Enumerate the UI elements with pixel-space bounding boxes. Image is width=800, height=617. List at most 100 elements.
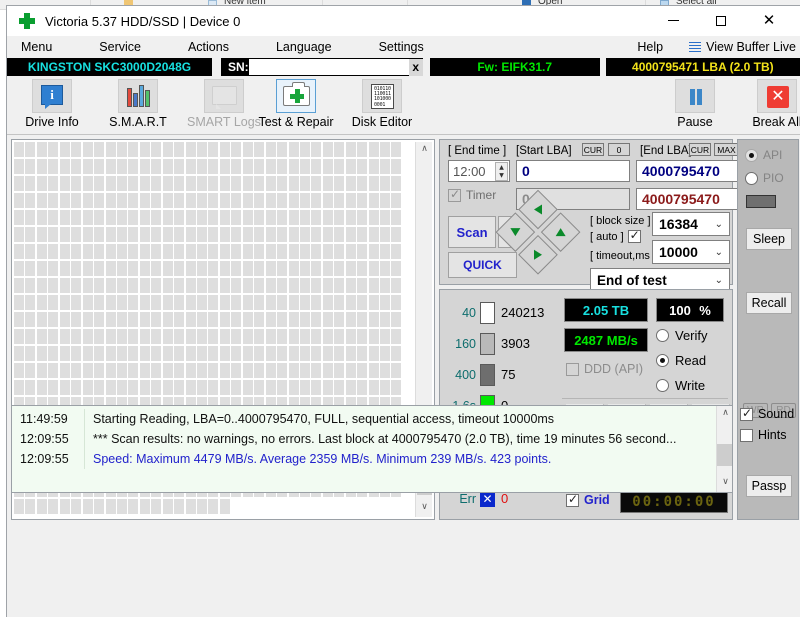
map-block (59, 363, 70, 378)
chevron-up-icon[interactable]: ∧ (416, 142, 433, 159)
drive-close-button[interactable]: x (408, 58, 423, 76)
sound-checkbox[interactable]: Sound (740, 406, 800, 421)
map-block (277, 380, 288, 395)
map-block (231, 346, 242, 361)
mode-radio-read[interactable]: Read (656, 353, 706, 368)
map-block (299, 227, 310, 242)
map-block (185, 193, 196, 208)
map-block (311, 329, 322, 344)
close-button[interactable]: ✕ (746, 6, 792, 35)
map-block (14, 499, 24, 514)
chevron-up-icon[interactable]: ∧ (717, 406, 734, 423)
map-block (219, 346, 230, 361)
map-block (71, 278, 82, 293)
map-block (174, 244, 185, 259)
start-lba-zero-button[interactable]: 0 (608, 143, 630, 156)
map-block (288, 380, 299, 395)
map-block (94, 380, 105, 395)
spinner-arrows-icon[interactable]: ▲ ▼ (495, 162, 508, 181)
passport-button[interactable]: Passp (746, 475, 792, 497)
toolbar-button-drive-info[interactable]: i Drive Info (9, 78, 95, 133)
grid-checkbox[interactable]: Grid (566, 492, 610, 507)
maximize-button[interactable] (698, 6, 744, 35)
map-block (36, 193, 47, 208)
radio-api-dot (745, 148, 758, 162)
map-block (197, 499, 207, 514)
map-block (391, 363, 402, 378)
end-lba-max-button[interactable]: MAX (714, 143, 739, 156)
auto-checkbox[interactable]: [ auto ] (590, 228, 646, 243)
log-scrollbar-thumb[interactable] (717, 444, 732, 466)
map-block (116, 159, 127, 174)
chevron-down-icon[interactable]: ∨ (416, 500, 433, 517)
map-block (185, 312, 196, 327)
map-block (380, 329, 390, 344)
block-size-combo[interactable]: 16384 ⌄ (652, 212, 730, 236)
map-block (128, 244, 139, 259)
scan-button[interactable]: Scan (448, 216, 496, 248)
ddd-api-checkbox[interactable]: DDD (API) (566, 362, 643, 376)
serial-number-field[interactable] (248, 59, 409, 75)
recall-button[interactable]: Recall (746, 292, 792, 314)
map-block (48, 244, 59, 259)
sidebar-indicator[interactable] (746, 195, 776, 208)
start-lba-field[interactable]: 0 (516, 160, 630, 182)
map-block (334, 363, 345, 378)
view-buffer-live-button[interactable]: View Buffer Live (689, 40, 796, 54)
quick-button[interactable]: QUICK (448, 252, 517, 278)
map-block (231, 176, 242, 191)
map-block (48, 329, 59, 344)
radio-read-dot (656, 354, 669, 367)
end-time-field[interactable]: 12:00 ▲ ▼ (448, 160, 510, 182)
menu-item-service[interactable]: Service (93, 40, 147, 54)
map-block (162, 346, 173, 361)
chevron-down-icon[interactable]: ∨ (717, 475, 734, 492)
map-block (116, 295, 127, 310)
minimize-button[interactable] (650, 6, 696, 35)
map-block (174, 363, 185, 378)
map-block (357, 363, 368, 378)
map-block (105, 210, 116, 225)
map-block (299, 380, 310, 395)
log-scrollbar[interactable]: ∧ ∨ (716, 406, 732, 492)
interface-radio-pio[interactable]: PIO (745, 171, 784, 185)
end-lba-cur-button[interactable]: CUR (689, 143, 711, 156)
map-block (391, 193, 402, 208)
view-buffer-live-label: View Buffer Live (706, 40, 796, 54)
menu-item-settings[interactable]: Settings (373, 40, 430, 54)
mode-radio-verify[interactable]: Verify (656, 328, 708, 343)
map-block (345, 159, 356, 174)
map-block (71, 244, 82, 259)
map-block (128, 312, 139, 327)
toolbar-label-disk-editor: Disk Editor (351, 115, 413, 129)
menu-item-help[interactable]: Help (637, 40, 663, 54)
toolbar-button-test-repair[interactable]: Test & Repair (253, 78, 339, 133)
map-block (105, 295, 116, 310)
map-block (288, 295, 299, 310)
map-block (36, 312, 47, 327)
toolbar-button-smart[interactable]: S.M.A.R.T (95, 78, 181, 133)
toolbar-button-disk-editor[interactable]: 010110 110011 101000 0001 Disk Editor (339, 78, 425, 133)
map-block (71, 346, 82, 361)
start-lba-cur-button[interactable]: CUR (582, 143, 604, 156)
block-size-value: 16384 (659, 216, 698, 232)
pause-button[interactable]: Pause (652, 78, 738, 133)
menu-item-actions[interactable]: Actions (182, 40, 235, 54)
interface-radio-api[interactable]: API (745, 148, 782, 162)
legend-count: 240213 (501, 305, 545, 320)
timer-checkbox[interactable]: Timer (448, 187, 496, 202)
menu-item-language[interactable]: Language (270, 40, 338, 54)
break-all-button[interactable]: ✕ Break All (734, 78, 800, 133)
map-block (391, 244, 402, 259)
hints-checkbox[interactable]: Hints (740, 428, 800, 442)
map-block (334, 142, 345, 157)
map-block (139, 176, 150, 191)
sleep-button[interactable]: Sleep (746, 228, 792, 250)
map-block (48, 499, 59, 514)
grid-label: Grid (584, 493, 610, 507)
map-block (231, 295, 242, 310)
timeout-combo[interactable]: 10000 ⌄ (652, 240, 730, 264)
menu-item-menu[interactable]: Menu (15, 40, 58, 54)
mode-radio-write[interactable]: Write (656, 378, 705, 393)
map-block (14, 346, 24, 361)
